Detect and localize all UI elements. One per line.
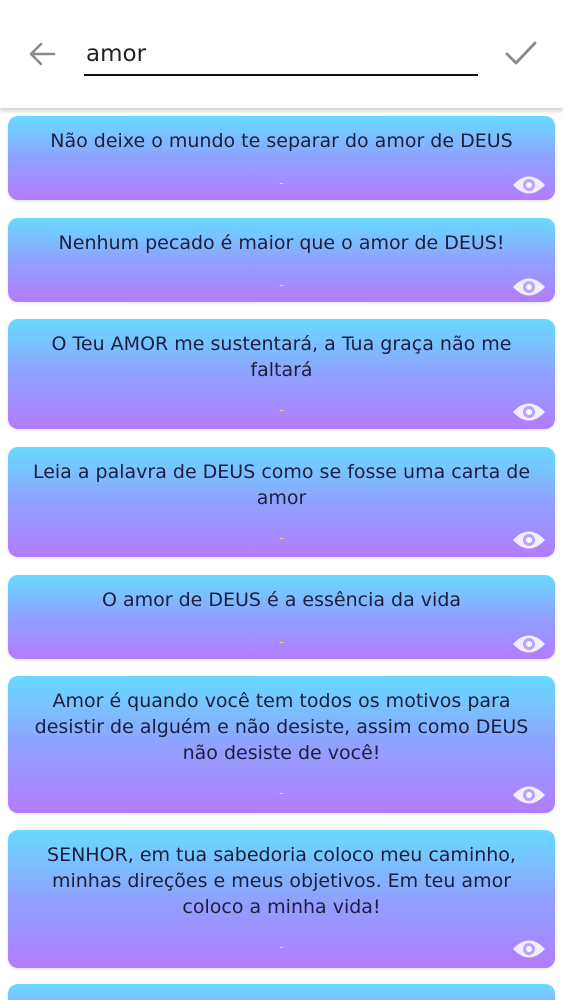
- quote-text: O Teu AMOR me sustentará, a Tua graça nã…: [51, 333, 512, 381]
- check-icon: [505, 41, 537, 65]
- eye-icon: [513, 786, 545, 804]
- view-button[interactable]: [511, 172, 547, 198]
- eye-icon: [513, 176, 545, 194]
- eye-icon: [513, 403, 545, 421]
- quote-author: -: [279, 176, 284, 191]
- view-button[interactable]: [511, 274, 547, 300]
- eye-icon: [513, 940, 545, 958]
- view-button[interactable]: [511, 936, 547, 962]
- arrow-left-icon: [29, 42, 56, 66]
- quote-author: -: [279, 531, 284, 546]
- quote-text: Amor é quando você tem todos os motivos …: [34, 690, 529, 764]
- quote-author: -: [279, 403, 284, 418]
- quote-text: Leia a palavra de DEUS como se fosse uma…: [32, 461, 531, 509]
- quote-card-partial[interactable]: [8, 984, 555, 1000]
- quote-card[interactable]: O amor de DEUS é a essência da vida -: [8, 575, 555, 659]
- search-field[interactable]: [84, 36, 478, 76]
- confirm-button[interactable]: [503, 38, 539, 70]
- quote-text: Nenhum pecado é maior que o amor de DEUS…: [58, 232, 505, 254]
- quote-author: -: [279, 278, 284, 293]
- eye-icon: [513, 635, 545, 653]
- view-button[interactable]: [511, 631, 547, 657]
- quote-author: -: [279, 635, 284, 650]
- view-button[interactable]: [511, 527, 547, 553]
- quote-card[interactable]: SENHOR, em tua sabedoria coloco meu cami…: [8, 830, 555, 968]
- view-button[interactable]: [511, 782, 547, 808]
- eye-icon: [513, 278, 545, 296]
- quote-card[interactable]: O Teu AMOR me sustentará, a Tua graça nã…: [8, 319, 555, 429]
- eye-icon: [513, 531, 545, 549]
- quote-card[interactable]: Nenhum pecado é maior que o amor de DEUS…: [8, 218, 555, 302]
- back-button[interactable]: [26, 38, 58, 70]
- search-input[interactable]: [84, 36, 478, 72]
- quote-text: Não deixe o mundo te separar do amor de …: [50, 130, 513, 152]
- quote-text: SENHOR, em tua sabedoria coloco meu cami…: [47, 844, 516, 918]
- view-button[interactable]: [511, 399, 547, 425]
- quote-text: O amor de DEUS é a essência da vida: [101, 589, 462, 611]
- quote-author: -: [279, 786, 284, 801]
- quote-card[interactable]: Não deixe o mundo te separar do amor de …: [8, 116, 555, 200]
- quote-card[interactable]: Amor é quando você tem todos os motivos …: [8, 676, 555, 813]
- quote-author: -: [279, 940, 284, 955]
- quote-list[interactable]: Não deixe o mundo te separar do amor de …: [0, 108, 563, 1000]
- quote-card[interactable]: Leia a palavra de DEUS como se fosse uma…: [8, 447, 555, 557]
- search-header: [0, 0, 563, 108]
